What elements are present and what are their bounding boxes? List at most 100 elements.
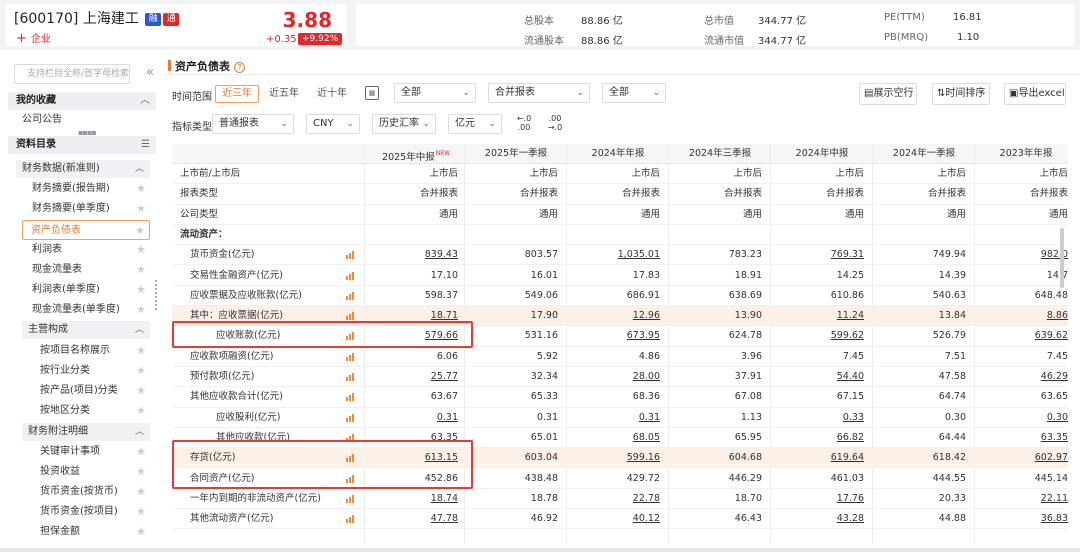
table-cell[interactable]: 18.74 (368, 489, 458, 509)
column-header[interactable]: 2025年一季报 (468, 144, 564, 164)
table-cell[interactable]: 68.05 (570, 428, 660, 448)
table-cell[interactable]: 8.86 (978, 306, 1068, 326)
sidebar-item-cash-flow[interactable]: 现金流量表 ★ (6, 260, 158, 280)
sidebar-item-income-quarter[interactable]: 利润表(单季度) ★ (6, 280, 158, 300)
filter-list-icon[interactable]: ☰ (141, 136, 150, 154)
fx-rate-select[interactable]: 历史汇率 ⌄ (372, 114, 436, 134)
star-icon[interactable]: ★ (136, 522, 146, 542)
table-cell[interactable]: 22.78 (570, 489, 660, 509)
star-icon[interactable]: ★ (136, 199, 146, 219)
table-cell[interactable]: 12.96 (570, 306, 660, 326)
column-header[interactable]: 2024年一季报 (876, 144, 972, 164)
report-filter-select[interactable]: 全部 ⌄ (602, 83, 666, 103)
sidebar-item-key-audit[interactable]: 关键审计事项 ★ (6, 442, 158, 462)
star-icon[interactable]: ★ (135, 221, 145, 241)
sidebar-item-by-project-name[interactable]: 按项目名称展示 ★ (6, 341, 158, 361)
sidebar-item-balance-sheet[interactable]: 资产负债表 ★ (22, 220, 150, 240)
favorites-section-header[interactable]: 我的收藏 ︿ (8, 92, 156, 110)
bar-chart-icon[interactable] (346, 312, 355, 321)
star-icon[interactable]: ★ (136, 482, 146, 502)
sidebar-item-cash-by-currency[interactable]: 货币资金(按货币) ★ (6, 482, 158, 502)
column-header[interactable]: 2023年年报 (978, 144, 1074, 164)
table-cell[interactable]: 1,035.01 (570, 245, 660, 265)
currency-select[interactable]: CNY ⌄ (306, 114, 360, 134)
show-empty-rows-button[interactable]: ▤展示空行 (859, 83, 917, 105)
table-cell[interactable]: 47.78 (368, 509, 458, 529)
sidebar-resize-handle[interactable] (155, 280, 159, 310)
indicator-type-select[interactable]: 普通报表 ⌄ (212, 114, 294, 134)
column-header[interactable]: 2024年中报 (774, 144, 870, 164)
sidebar-item-cash-by-item[interactable]: 货币资金(按项目) ★ (6, 502, 158, 522)
star-icon[interactable]: ★ (136, 300, 146, 320)
bar-chart-icon[interactable] (346, 352, 355, 361)
bar-chart-icon[interactable] (346, 494, 355, 503)
table-cell[interactable]: 639.62 (978, 326, 1068, 346)
vertical-scrollbar[interactable] (1060, 228, 1064, 288)
table-cell[interactable]: 22.11 (978, 489, 1068, 509)
group-financial-notes[interactable]: 财务附注明细 ︿ (22, 423, 150, 441)
bar-chart-icon[interactable] (346, 373, 355, 381)
star-icon[interactable]: ★ (136, 280, 146, 300)
sidebar-item-guarantee-amount[interactable]: 担保金额 ★ (6, 522, 158, 542)
table-cell[interactable]: 36.83 (978, 509, 1068, 529)
table-cell[interactable]: 54.40 (774, 367, 864, 387)
column-header[interactable]: 2024年三季报 (672, 144, 768, 164)
table-cell[interactable]: 0.31 (570, 408, 660, 428)
group-financial-data[interactable]: 财务数据(新准则) ︿ (16, 160, 150, 178)
table-cell[interactable]: 43.28 (774, 509, 864, 529)
table-cell[interactable]: 11.24 (774, 306, 864, 326)
star-icon[interactable]: ★ (136, 442, 146, 462)
table-cell[interactable]: 839.43 (368, 245, 458, 265)
collapse-sidebar-icon[interactable]: « (146, 65, 154, 80)
sidebar-item-by-product[interactable]: 按产品(项目)分类 ★ (6, 381, 158, 401)
star-icon[interactable]: ★ (136, 381, 146, 401)
favorite-item-announcements[interactable]: 公司公告 (6, 110, 158, 130)
star-icon[interactable]: ★ (136, 401, 146, 421)
table-cell[interactable]: 599.16 (570, 448, 660, 468)
range-10y-button[interactable]: 近十年 (310, 85, 354, 103)
help-icon[interactable]: ? (234, 62, 245, 73)
table-cell[interactable]: 28.00 (570, 367, 660, 387)
bar-chart-icon[interactable] (346, 291, 355, 300)
calendar-icon[interactable]: ▦ (365, 86, 379, 100)
unit-select[interactable]: 亿元 ⌄ (448, 114, 502, 134)
table-cell[interactable]: 63.35 (978, 428, 1068, 448)
bar-chart-icon[interactable] (346, 271, 355, 280)
range-3y-button[interactable]: 近三年 (215, 85, 259, 103)
table-cell[interactable]: 602.97 (978, 448, 1068, 468)
star-icon[interactable]: ★ (136, 502, 146, 522)
bar-chart-icon[interactable] (346, 393, 355, 402)
sidebar-search-input[interactable]: 支持栏目全称/首字母检索 (14, 64, 130, 84)
star-icon[interactable]: ★ (136, 260, 146, 280)
table-cell[interactable]: 0.33 (774, 408, 864, 428)
table-cell[interactable]: 982.0 (978, 245, 1068, 265)
table-cell[interactable]: 17.76 (774, 489, 864, 509)
table-cell[interactable]: 599.62 (774, 326, 864, 346)
table-cell[interactable]: 769.31 (774, 245, 864, 265)
bar-chart-icon[interactable] (346, 413, 355, 422)
catalog-section-header[interactable]: 资料目录 ☰ (8, 136, 156, 154)
table-cell[interactable]: 619.64 (774, 448, 864, 468)
range-5y-button[interactable]: 近五年 (262, 85, 306, 103)
decrease-decimals-button[interactable]: ←.0.00 (515, 114, 533, 136)
table-cell[interactable]: 0.30 (978, 408, 1068, 428)
sidebar-item-fin-summary-period[interactable]: 财务摘要(报告期) ★ (6, 179, 158, 199)
column-header[interactable]: 2024年年报 (570, 144, 666, 164)
horizontal-scrollbar[interactable] (0, 548, 1080, 552)
add-enterprise-button[interactable]: + 企业 (16, 30, 51, 46)
margin-trading-badge[interactable]: 融 (145, 13, 162, 26)
sidebar-item-cash-flow-quarter[interactable]: 现金流量表(单季度) ★ (6, 300, 158, 320)
sidebar-item-investment-income[interactable]: 投资收益 ★ (6, 462, 158, 482)
table-cell[interactable]: 66.82 (774, 428, 864, 448)
period-type-select[interactable]: 全部 ⌄ (394, 83, 476, 103)
table-cell[interactable]: 0.31 (368, 408, 458, 428)
export-excel-button[interactable]: ▣导出excel (1004, 83, 1066, 105)
sidebar-item-by-region[interactable]: 按地区分类 ★ (6, 401, 158, 421)
sidebar-item-fin-summary-quarter[interactable]: 财务摘要(单季度) ★ (6, 199, 158, 219)
star-icon[interactable]: ★ (136, 179, 146, 199)
column-header[interactable]: 2025年中报NEW (368, 144, 464, 164)
group-business-composition[interactable]: 主营构成 ︿ (22, 321, 150, 339)
sidebar-item-income-statement[interactable]: 利润表 ★ (6, 240, 158, 260)
increase-decimals-button[interactable]: .00 →.0 (546, 114, 564, 136)
table-cell[interactable]: 40.12 (570, 509, 660, 529)
